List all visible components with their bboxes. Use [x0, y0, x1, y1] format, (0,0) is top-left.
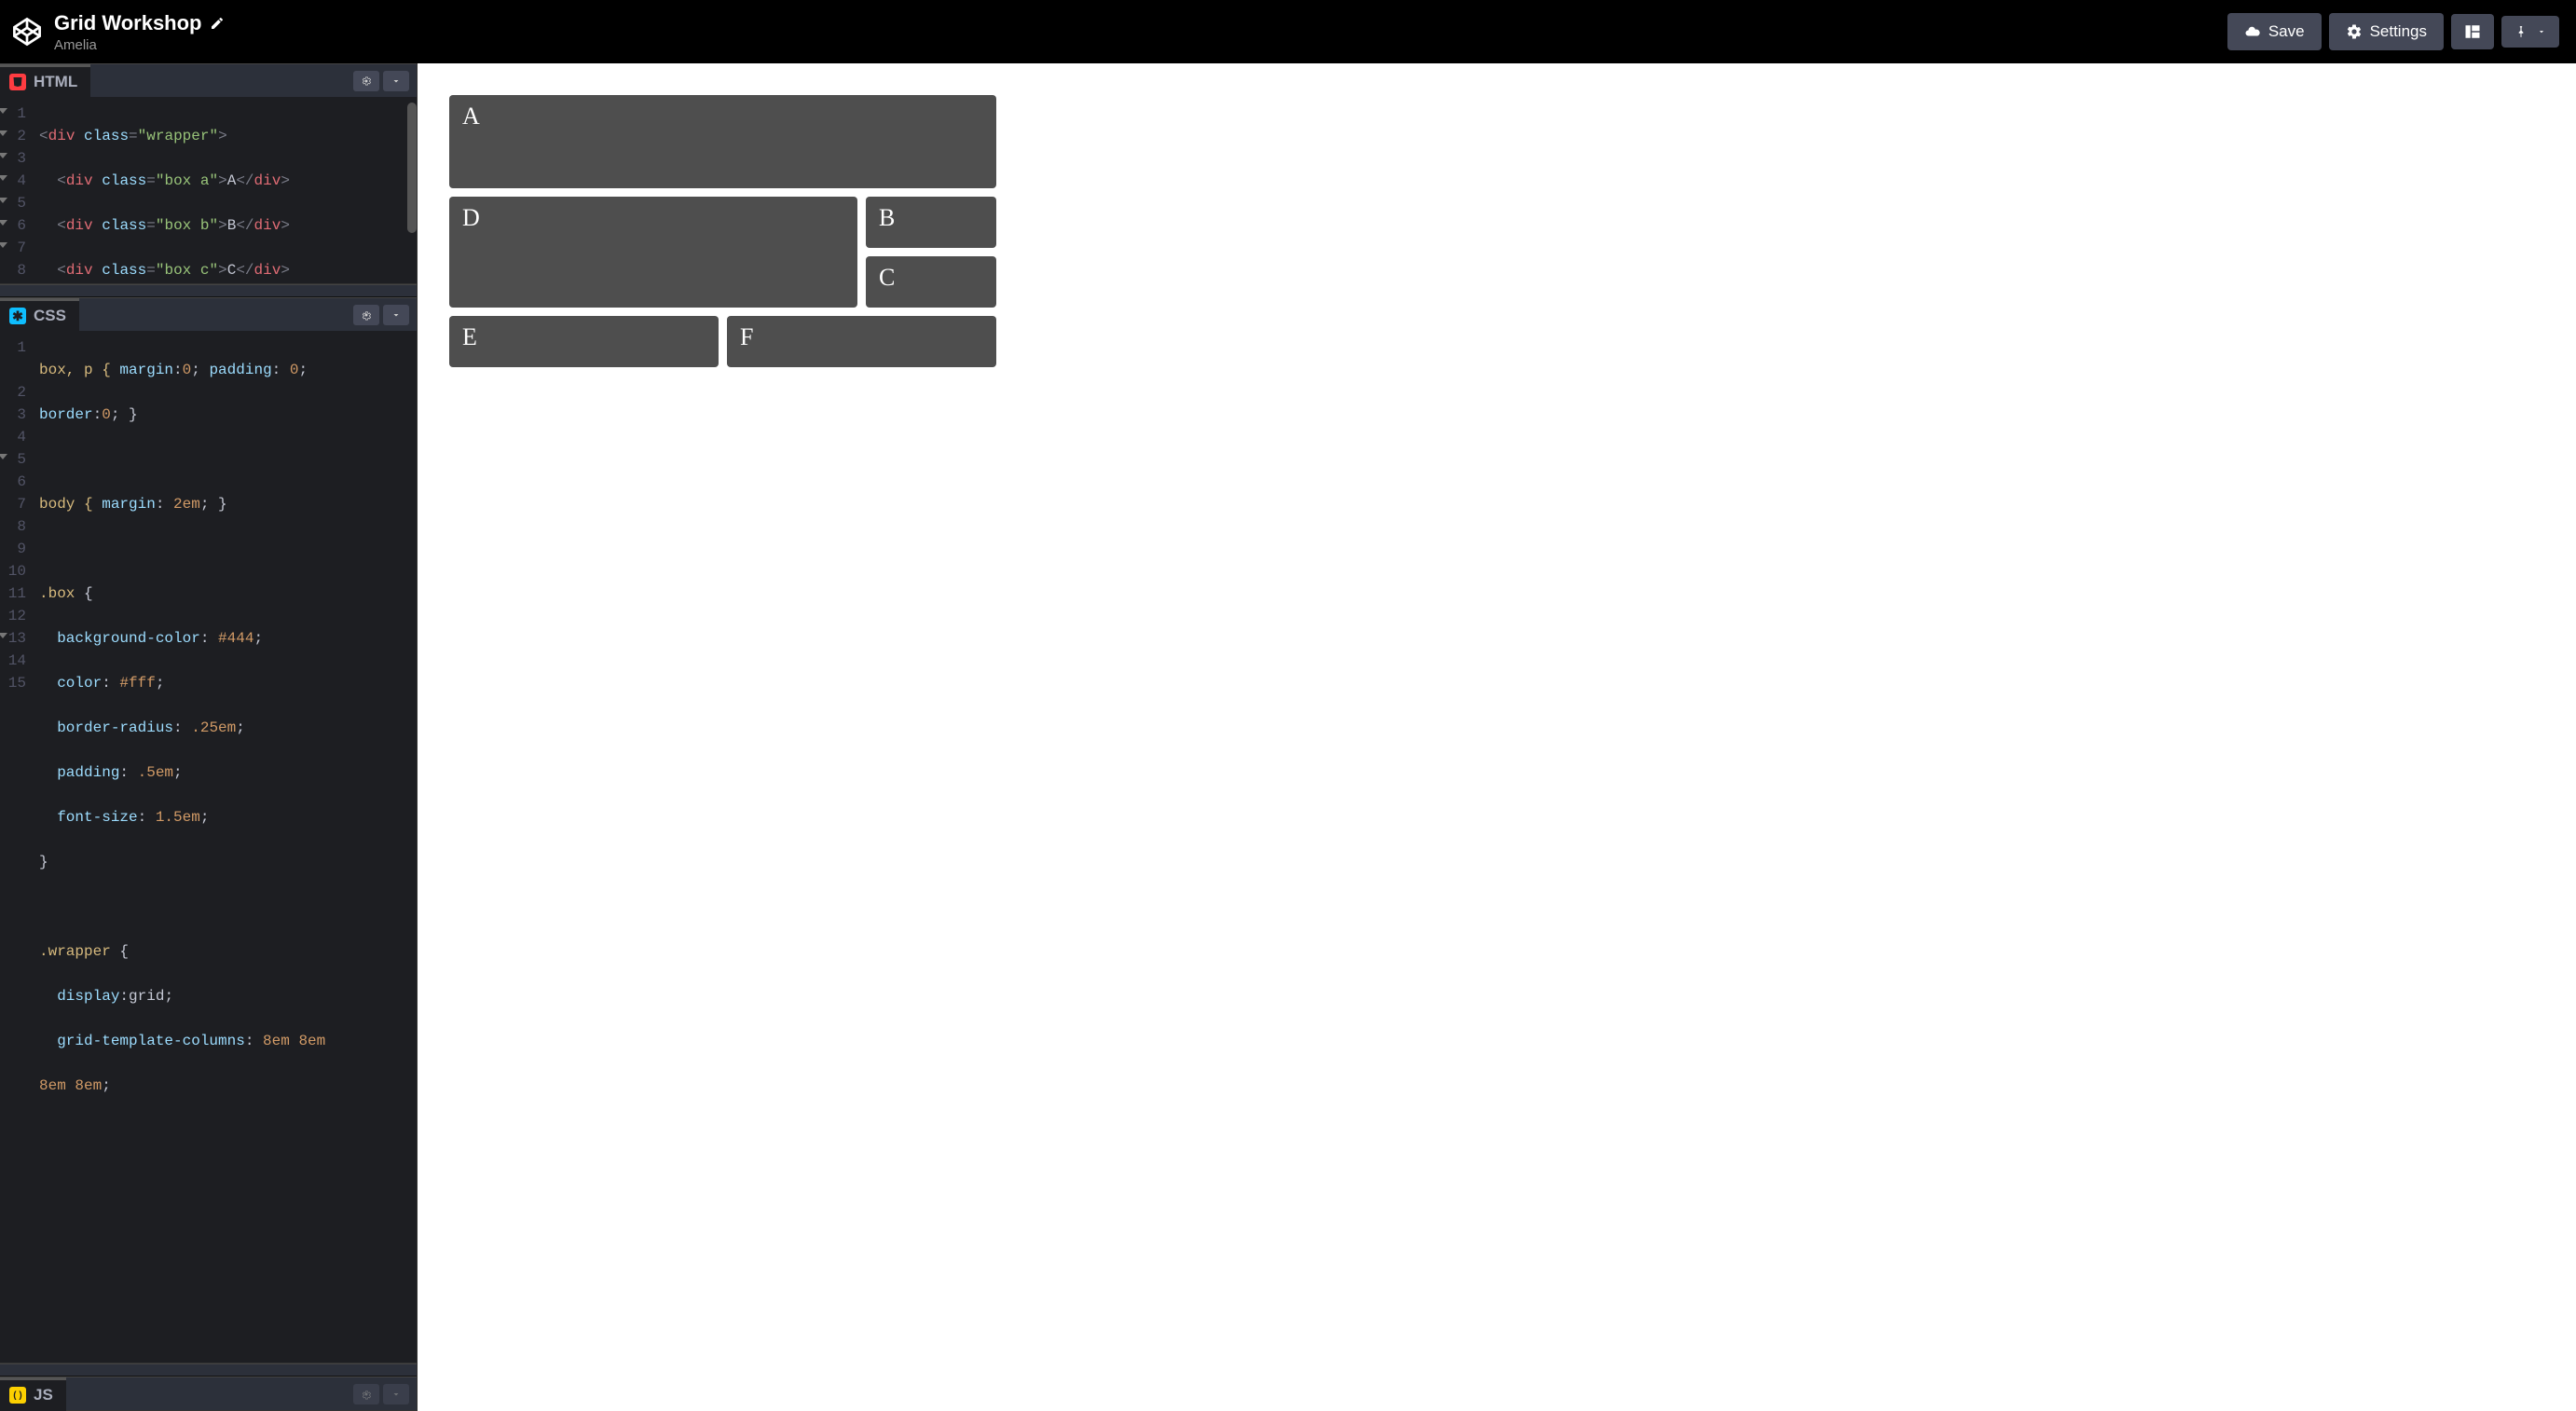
- header-left: Grid Workshop Amelia: [11, 11, 225, 53]
- html-code-area[interactable]: 1 2 3 4 5 6 7 8 <div class="wrapper"> <d…: [0, 97, 417, 283]
- preview-box-a: A: [449, 95, 996, 188]
- css-panel: ✱ CSS 1 2 3: [0, 297, 417, 1363]
- html-code-lines: <div class="wrapper"> <div class="box a"…: [34, 97, 299, 283]
- js-settings-button[interactable]: [353, 1384, 379, 1404]
- resize-bar-1[interactable]: [0, 284, 417, 297]
- js-editor-header: ( ) JS: [0, 1377, 417, 1410]
- html-editor-actions: [353, 71, 417, 91]
- gear-icon: [361, 75, 372, 87]
- codepen-logo[interactable]: [11, 16, 43, 48]
- js-panel: ( ) JS: [0, 1377, 417, 1411]
- pen-author[interactable]: Amelia: [54, 37, 225, 53]
- css-tab-label: CSS: [34, 307, 66, 325]
- settings-button[interactable]: Settings: [2329, 13, 2444, 50]
- html-tab[interactable]: HTML: [0, 64, 90, 98]
- resize-bar-2[interactable]: [0, 1363, 417, 1377]
- preview-box-c: C: [866, 256, 996, 308]
- codepen-icon: [11, 16, 43, 48]
- css-chevron-button[interactable]: [383, 305, 409, 325]
- gear-icon: [361, 309, 372, 321]
- preview-pane: A D B C E F: [418, 63, 2576, 1411]
- cloud-icon: [2244, 23, 2261, 40]
- css-editor-actions: [353, 305, 417, 325]
- save-button[interactable]: Save: [2227, 13, 2322, 50]
- html-editor-header: HTML: [0, 63, 417, 97]
- layout-icon: [2464, 23, 2481, 40]
- html-lang-icon: [9, 74, 26, 90]
- js-tab-label: JS: [34, 1386, 53, 1404]
- html-scrollbar[interactable]: [407, 103, 417, 233]
- pin-button[interactable]: [2501, 16, 2559, 48]
- html-chevron-button[interactable]: [383, 71, 409, 91]
- js-lang-icon: ( ): [9, 1387, 26, 1404]
- css-code-area[interactable]: 1 2 3 4 5 6 7 8 9 10 11 12 13 14 15: [0, 331, 417, 1363]
- chevron-down-icon: [391, 1389, 402, 1400]
- preview-box-d: D: [449, 197, 857, 308]
- pen-title[interactable]: Grid Workshop: [54, 11, 202, 35]
- css-editor-header: ✱ CSS: [0, 297, 417, 331]
- chevron-down-icon: [391, 309, 402, 321]
- preview-root: A D B C E F: [418, 63, 2576, 399]
- preview-box-e: E: [449, 316, 719, 367]
- js-chevron-button[interactable]: [383, 1384, 409, 1404]
- js-tab[interactable]: ( ) JS: [0, 1377, 66, 1411]
- css-tab[interactable]: ✱ CSS: [0, 298, 79, 332]
- css-settings-button[interactable]: [353, 305, 379, 325]
- preview-box-f: F: [727, 316, 996, 367]
- main: HTML 1 2 3 4 5 6: [0, 63, 2576, 1411]
- pin-icon: [2514, 25, 2528, 38]
- preview-box-b: B: [866, 197, 996, 248]
- layout-button[interactable]: [2451, 14, 2494, 49]
- js-editor-actions: [353, 1384, 417, 1404]
- css-lang-icon: ✱: [9, 308, 26, 324]
- css-gutter: 1 2 3 4 5 6 7 8 9 10 11 12 13 14 15: [0, 331, 34, 1363]
- html-panel: HTML 1 2 3 4 5 6: [0, 63, 417, 284]
- pen-title-row: Grid Workshop: [54, 11, 225, 35]
- header: Grid Workshop Amelia Save Settings: [0, 0, 2576, 63]
- title-block: Grid Workshop Amelia: [54, 11, 225, 53]
- gear-icon: [2346, 23, 2363, 40]
- html-tab-label: HTML: [34, 73, 77, 91]
- header-right: Save Settings: [2227, 13, 2559, 50]
- pencil-icon[interactable]: [210, 16, 225, 31]
- chevron-down-icon: [391, 75, 402, 87]
- css-code-lines: box, p { margin:0; padding: 0; border:0;…: [34, 331, 335, 1363]
- html-settings-button[interactable]: [353, 71, 379, 91]
- preview-wrapper: A D B C E F: [449, 95, 2544, 367]
- html-gutter: 1 2 3 4 5 6 7 8: [0, 97, 34, 283]
- editors-column: HTML 1 2 3 4 5 6: [0, 63, 418, 1411]
- chevron-down-icon: [2537, 27, 2546, 36]
- gear-icon: [361, 1389, 372, 1400]
